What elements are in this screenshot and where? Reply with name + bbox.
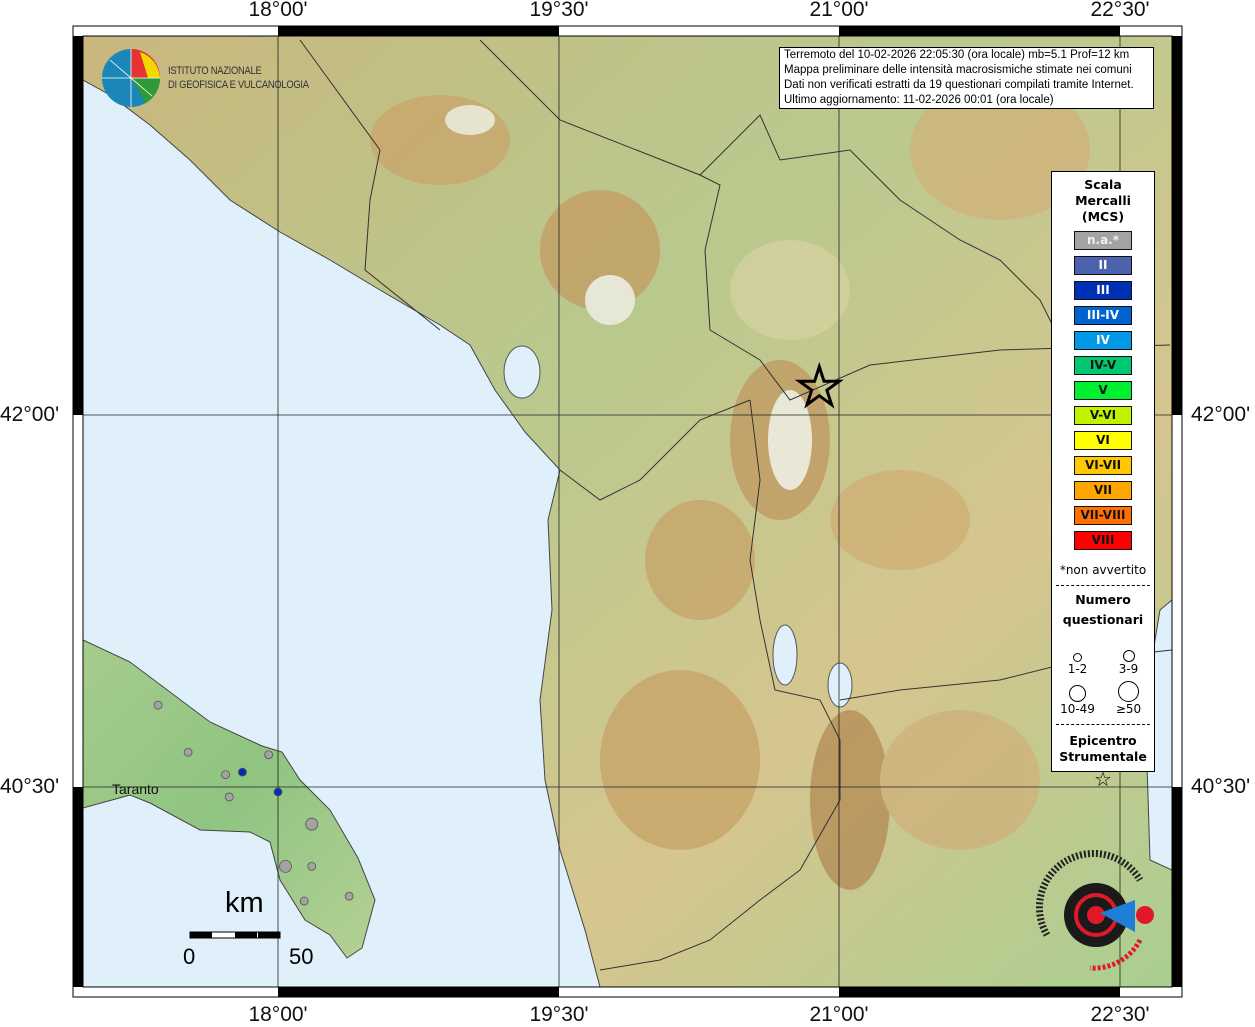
ingv-line2: DI GEOFISICA E VULCANOLOGIA bbox=[168, 79, 309, 91]
legend-class-ii: II bbox=[1074, 256, 1132, 275]
legend-title: Scala Mercalli (MCS) bbox=[1052, 177, 1154, 225]
legend-class-iv: IV bbox=[1074, 331, 1132, 350]
ingv-logo-text: ISTITUTO NAZIONALE DI GEOFISICA E VULCAN… bbox=[168, 64, 309, 92]
legend-class-iii-iv: III-IV bbox=[1074, 306, 1132, 325]
legend-class-iii: III bbox=[1074, 281, 1132, 300]
legend-class-vi: VI bbox=[1074, 431, 1132, 450]
count-class-1-2: 1-2 bbox=[1052, 636, 1103, 676]
lon-label-top: 22°30' bbox=[1090, 0, 1150, 21]
scale-start: 0 bbox=[183, 944, 196, 969]
legend-title-line: Mercalli bbox=[1075, 193, 1131, 208]
lake-prespa bbox=[827, 662, 853, 708]
count-size-legend: 1-2 3-9 10-49 ≥50 bbox=[1052, 636, 1154, 716]
legend-class-vi-vii: VI-VII bbox=[1074, 456, 1132, 475]
observation-point[interactable] bbox=[153, 700, 163, 710]
lon-label-top: 21°00' bbox=[809, 0, 869, 21]
count-title-line: Numero bbox=[1075, 592, 1131, 607]
lon-label-bottom: 19°30' bbox=[529, 1003, 589, 1026]
place-label-taranto: Taranto bbox=[112, 781, 159, 797]
lake-scutari bbox=[503, 345, 541, 399]
legend-title-line: (MCS) bbox=[1081, 209, 1125, 224]
legend-class-v-vi: V-VI bbox=[1074, 406, 1132, 425]
observation-point[interactable] bbox=[344, 891, 354, 901]
count-class-50plus: ≥50 bbox=[1103, 676, 1154, 716]
legend-class-vii-viii: VII-VIII bbox=[1074, 506, 1132, 525]
scale-end: 50 bbox=[289, 944, 314, 969]
observation-point[interactable] bbox=[307, 861, 317, 871]
scale-bar bbox=[189, 931, 281, 939]
observation-point[interactable] bbox=[183, 747, 193, 757]
star-icon: ☆ bbox=[1094, 767, 1112, 791]
lake-ohrid bbox=[772, 624, 798, 686]
lat-label-left: 42°00' bbox=[0, 403, 60, 426]
legend-class-v: V bbox=[1074, 381, 1132, 400]
legend: Scala Mercalli (MCS) n.a.* II III III-IV IV I… bbox=[1051, 171, 1155, 791]
lat-label-right: 42°00' bbox=[1191, 403, 1251, 426]
last-update: Ultimo aggiornamento: 11-02-2026 00:01 (… bbox=[784, 94, 1054, 106]
legend-class-viii: VIII bbox=[1074, 531, 1132, 550]
lat-label-left: 40°30' bbox=[0, 775, 60, 798]
observation-point[interactable] bbox=[224, 792, 234, 802]
observation-point[interactable] bbox=[264, 750, 274, 760]
legend-title-line: Scala bbox=[1084, 177, 1122, 192]
observation-point[interactable] bbox=[305, 817, 319, 831]
lon-label-top: 19°30' bbox=[529, 0, 589, 21]
count-title-line: questionari bbox=[1062, 612, 1144, 627]
scale-unit: km bbox=[225, 887, 264, 919]
lon-label-bottom: 22°30' bbox=[1090, 1003, 1150, 1026]
legend-note: *non avvertito bbox=[1059, 563, 1147, 577]
ingv-line1: ISTITUTO NAZIONALE bbox=[168, 65, 262, 77]
lon-label-bottom: 18°00' bbox=[248, 1003, 308, 1026]
count-title: Numero questionari bbox=[1052, 590, 1154, 630]
lon-label-top: 18°00' bbox=[248, 0, 308, 21]
observation-point[interactable] bbox=[279, 859, 292, 873]
observation-point[interactable] bbox=[221, 770, 230, 779]
data-source-note: Dati non verificati estratti da 19 quest… bbox=[784, 79, 1134, 91]
epicentre-title-line: Strumentale bbox=[1059, 749, 1147, 764]
event-line: Terremoto del 10-02-2026 22:05:30 (ora l… bbox=[784, 49, 1130, 61]
count-class-10-49: 10-49 bbox=[1052, 676, 1103, 716]
legend-class-iv-v: IV-V bbox=[1074, 356, 1132, 375]
legend-class-vii: VII bbox=[1074, 481, 1132, 500]
observation-point[interactable] bbox=[238, 767, 247, 777]
event-info-box: Terremoto del 10-02-2026 22:05:30 (ora l… bbox=[779, 47, 1154, 109]
count-class-3-9: 3-9 bbox=[1103, 636, 1154, 676]
epicentre-title: Epicentro Strumentale bbox=[1052, 733, 1154, 765]
observation-point[interactable] bbox=[273, 787, 283, 797]
ingv-logo-globe bbox=[102, 49, 161, 107]
map-description: Mappa preliminare delle intensità macros… bbox=[784, 64, 1132, 76]
lon-label-bottom: 21°00' bbox=[809, 1003, 869, 1026]
observation-point[interactable] bbox=[299, 896, 309, 906]
epicentre-title-line: Epicentro bbox=[1069, 733, 1137, 748]
legend-class-na: n.a.* bbox=[1074, 231, 1132, 250]
lat-label-right: 40°30' bbox=[1191, 775, 1251, 798]
